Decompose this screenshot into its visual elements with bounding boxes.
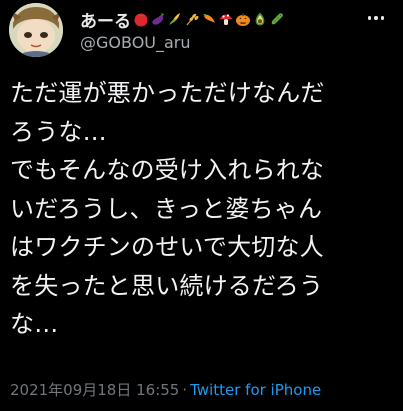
author-handle[interactable]: @GOBOU_aru	[80, 33, 191, 52]
author-name-row[interactable]: あーる	[80, 7, 285, 32]
more-dot	[374, 16, 378, 20]
more-dot	[380, 16, 385, 20]
tweet-line: いだろうし、きっと婆ちゃん	[10, 194, 323, 223]
cucumber-icon	[271, 13, 283, 25]
tweet-line: ただ運が悪かっただけなんだ	[10, 79, 325, 107]
timestamp[interactable]: 2021年09月18日 16:55	[10, 381, 179, 399]
pumpkin-icon	[236, 13, 250, 26]
tweet-meta: 2021年09月18日 16:55 · Twitter for iPhone	[10, 379, 321, 400]
wheat-icon	[186, 13, 199, 26]
avatar-image	[9, 3, 63, 57]
source-link[interactable]: Twitter for iPhone	[190, 381, 321, 399]
more-options-icon[interactable]	[363, 8, 389, 28]
corn-icon	[169, 13, 180, 25]
meta-separator: ·	[182, 381, 188, 399]
mushroom-icon	[219, 14, 233, 25]
display-name[interactable]: あーる	[80, 7, 131, 32]
tweet-line: はワクチンのせいで大切な人	[10, 233, 324, 261]
avatar[interactable]	[9, 3, 63, 57]
tweet-line: ろうな…	[10, 117, 107, 146]
tweet-line: な…	[10, 310, 59, 338]
tweet-line: でもそんなの受け入れられな	[10, 156, 325, 184]
avocado-icon	[255, 12, 265, 26]
pepper-icon	[203, 14, 215, 23]
tweet-line: を失ったと思い続けるだろう	[10, 271, 324, 300]
tomato-icon	[134, 13, 148, 27]
more-dot	[367, 16, 372, 20]
tweet-text: ただ運が悪かっただけなんだ ろうな… でもそんなの受け入れられな いだろうし、き…	[10, 74, 400, 344]
eggplant-icon	[152, 13, 164, 25]
name-emojis	[133, 11, 285, 27]
